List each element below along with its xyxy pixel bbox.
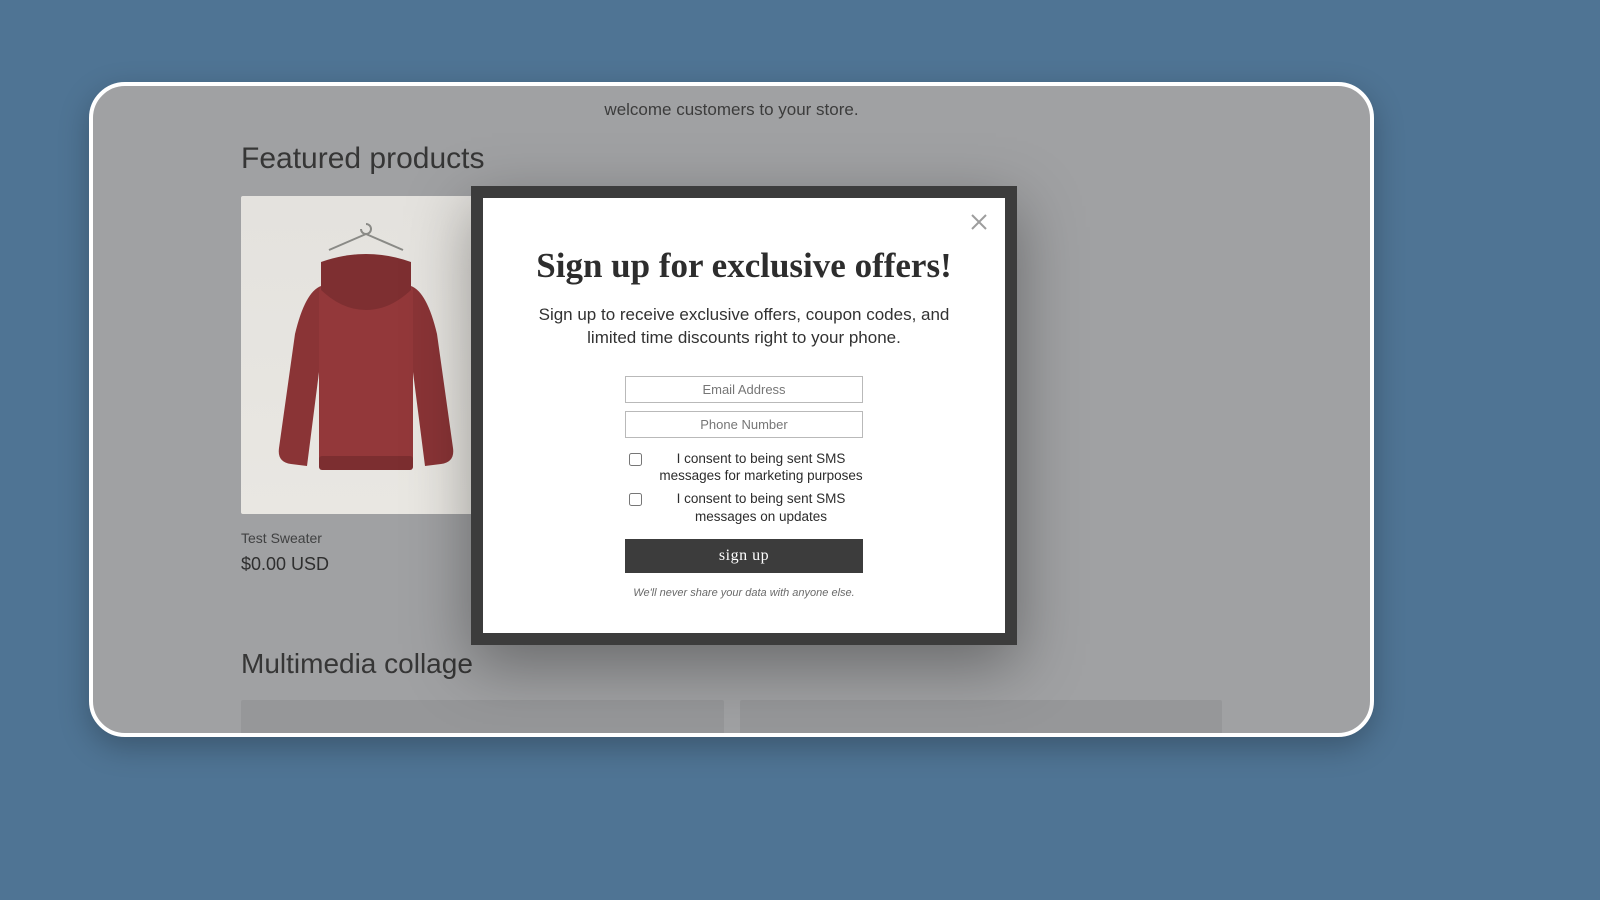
signup-modal: Sign up for exclusive offers! Sign up to… — [471, 186, 1017, 645]
signup-form: I consent to being sent SMS messages for… — [625, 376, 863, 599]
email-field[interactable] — [625, 376, 863, 403]
modal-subtitle: Sign up to receive exclusive offers, cou… — [529, 304, 959, 350]
consent-updates-checkbox[interactable] — [629, 493, 642, 506]
consent-marketing-checkbox[interactable] — [629, 453, 642, 466]
signup-button[interactable]: sign up — [625, 539, 863, 573]
close-icon[interactable] — [967, 210, 991, 234]
modal-title: Sign up for exclusive offers! — [529, 246, 959, 286]
signup-modal-inner: Sign up for exclusive offers! Sign up to… — [483, 198, 1005, 633]
privacy-note: We'll never share your data with anyone … — [625, 587, 863, 599]
phone-field[interactable] — [625, 411, 863, 438]
consent-marketing-label: I consent to being sent SMS messages for… — [659, 450, 863, 485]
device-frame: welcome customers to your store. Feature… — [89, 82, 1374, 737]
consent-updates-label: I consent to being sent SMS messages on … — [659, 490, 863, 525]
